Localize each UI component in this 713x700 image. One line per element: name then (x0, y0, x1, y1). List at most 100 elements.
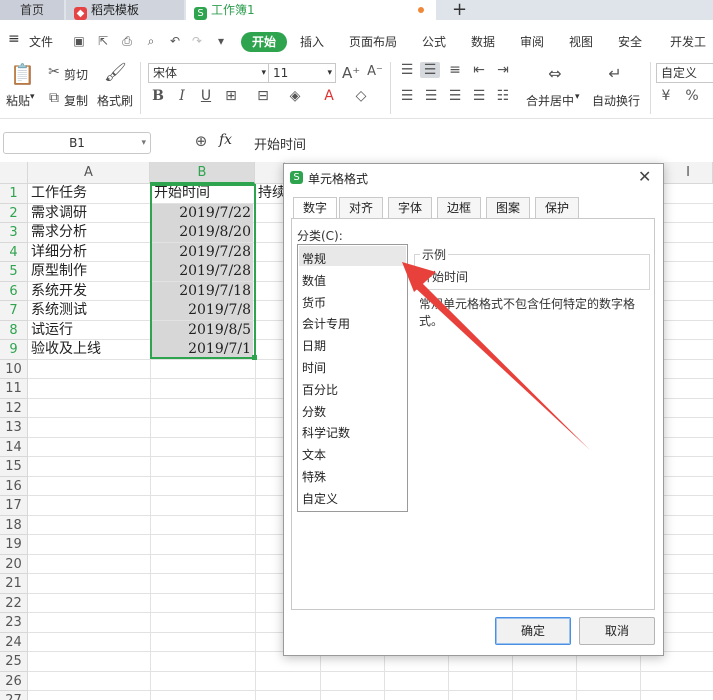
category-item[interactable]: 分数 (302, 403, 326, 420)
customize-chevron-icon[interactable]: ▾ (214, 34, 228, 48)
name-box[interactable]: B1 ▾ (3, 132, 151, 154)
print-icon[interactable]: ⎙ (120, 34, 134, 48)
bold-icon[interactable]: B (150, 88, 166, 104)
decrease-font-icon[interactable]: A⁻ (366, 64, 384, 79)
menu-insert[interactable]: 插入 (300, 33, 324, 50)
row-header[interactable]: 1 (0, 184, 28, 204)
align-center-icon[interactable]: ☰ (422, 88, 440, 104)
percent-icon[interactable]: % (684, 88, 700, 104)
row-header[interactable]: 4 (0, 242, 28, 262)
category-item[interactable]: 会计专用 (302, 315, 350, 332)
row-header[interactable]: 2 (0, 203, 28, 223)
row-header[interactable]: 12 (0, 398, 28, 418)
row-header[interactable]: 10 (0, 359, 28, 379)
row-header[interactable]: 8 (0, 320, 28, 340)
zoom-formula-icon[interactable]: ⊕ (193, 132, 209, 150)
undo-icon[interactable]: ↶ (168, 34, 182, 48)
select-all-corner[interactable] (0, 162, 28, 184)
row-header[interactable]: 9 (0, 340, 28, 360)
row-header[interactable]: 24 (0, 632, 28, 652)
row-header[interactable]: 20 (0, 554, 28, 574)
category-item[interactable]: 特殊 (302, 468, 326, 485)
cancel-button[interactable]: 取消 (579, 617, 655, 645)
cell-a4[interactable]: 详细分析 (31, 243, 87, 262)
clear-format-icon[interactable]: ◇ (352, 88, 370, 104)
menu-file[interactable]: 文件 (29, 33, 53, 50)
copy-button[interactable]: 复制 (64, 92, 88, 109)
column-header-i[interactable]: I (664, 162, 713, 184)
align-top-icon[interactable]: ☰ (398, 62, 416, 78)
align-bottom-icon[interactable]: ≡ (446, 62, 464, 78)
row-header[interactable]: 21 (0, 574, 28, 594)
merge-chevron-icon[interactable]: ▾ (575, 92, 580, 102)
currency-icon[interactable]: ¥ (658, 88, 674, 104)
menu-review[interactable]: 审阅 (520, 33, 544, 50)
menu-view[interactable]: 视图 (569, 33, 593, 50)
fill-handle[interactable] (252, 355, 257, 360)
tab-home[interactable]: 首页 (0, 0, 64, 20)
row-header[interactable]: 25 (0, 652, 28, 672)
cell-a2[interactable]: 需求调研 (31, 204, 87, 223)
font-size-select[interactable]: 11 ▾ (268, 63, 336, 83)
menu-developer[interactable]: 开发工 (670, 33, 706, 50)
indent-decrease-icon[interactable]: ⇤ (470, 62, 488, 78)
row-header[interactable]: 16 (0, 476, 28, 496)
menu-start[interactable]: 开始 (241, 32, 287, 52)
column-header-a[interactable]: A (28, 162, 150, 184)
font-color-icon[interactable]: A (320, 88, 338, 104)
formula-input[interactable]: 开始时间 (254, 134, 306, 153)
borders-icon[interactable]: ⊞ (222, 88, 240, 104)
tab-font[interactable]: 字体 (388, 197, 432, 219)
merge-center-button[interactable]: 合并居中 (526, 92, 574, 109)
align-right-icon[interactable]: ☰ (446, 88, 464, 104)
category-item[interactable]: 文本 (302, 446, 326, 463)
tab-workbook[interactable]: S 工作簿1 (186, 0, 436, 20)
category-item[interactable]: 百分比 (302, 381, 338, 398)
italic-icon[interactable]: I (174, 88, 190, 104)
fx-icon[interactable]: fx (219, 132, 232, 148)
ok-button[interactable]: 确定 (495, 617, 571, 645)
hamburger-icon[interactable]: ≡ (8, 31, 20, 47)
justify-icon[interactable]: ☰ (470, 88, 488, 104)
cell-a1[interactable]: 工作任务 (31, 184, 87, 203)
cell-a8[interactable]: 试运行 (31, 321, 73, 340)
paste-chevron-icon[interactable]: ▾ (30, 92, 35, 102)
align-left-icon[interactable]: ☰ (398, 88, 416, 104)
row-header[interactable]: 23 (0, 613, 28, 633)
row-header[interactable]: 3 (0, 223, 28, 243)
category-item[interactable]: 日期 (302, 337, 326, 354)
paste-button[interactable]: 粘贴 (6, 92, 30, 109)
row-header[interactable]: 18 (0, 515, 28, 535)
menu-data[interactable]: 数据 (471, 33, 495, 50)
wrap-text-button[interactable]: 自动换行 (592, 92, 640, 109)
row-header[interactable]: 6 (0, 281, 28, 301)
menu-formula[interactable]: 公式 (422, 33, 446, 50)
preview-icon[interactable]: ⌕ (144, 34, 158, 48)
row-header[interactable]: 22 (0, 593, 28, 613)
fill-color-icon[interactable]: ◈ (286, 88, 304, 104)
cell-a6[interactable]: 系统开发 (31, 282, 87, 301)
category-list[interactable]: 常规 数值 货币 会计专用 日期 时间 百分比 分数 科学记数 文本 特殊 自定义 (297, 244, 408, 512)
indent-increase-icon[interactable]: ⇥ (494, 62, 512, 78)
category-item[interactable]: 科学记数 (302, 424, 350, 441)
row-header[interactable]: 26 (0, 671, 28, 691)
cell-a7[interactable]: 系统测试 (31, 301, 87, 320)
row-header[interactable]: 5 (0, 262, 28, 282)
export-icon[interactable]: ⇱ (96, 34, 110, 48)
new-tab-button[interactable]: + (452, 0, 467, 20)
column-header-b[interactable]: B (150, 162, 255, 184)
distributed-icon[interactable]: ☷ (494, 88, 512, 104)
font-name-select[interactable]: 宋体 ▾ (148, 63, 270, 83)
tab-border[interactable]: 边框 (437, 197, 481, 219)
row-header[interactable]: 15 (0, 457, 28, 477)
align-middle-icon[interactable]: ☰ (420, 62, 440, 78)
category-item[interactable]: 自定义 (302, 490, 338, 507)
close-icon[interactable]: ✕ (638, 167, 651, 186)
cell-a9[interactable]: 验收及上线 (31, 340, 101, 359)
row-header[interactable]: 11 (0, 379, 28, 399)
row-header[interactable]: 27 (0, 691, 28, 700)
cell-a5[interactable]: 原型制作 (31, 262, 87, 281)
tab-protection[interactable]: 保护 (535, 197, 579, 219)
tab-alignment[interactable]: 对齐 (339, 197, 383, 219)
cell-style-icon[interactable]: ⊟ (254, 88, 272, 104)
